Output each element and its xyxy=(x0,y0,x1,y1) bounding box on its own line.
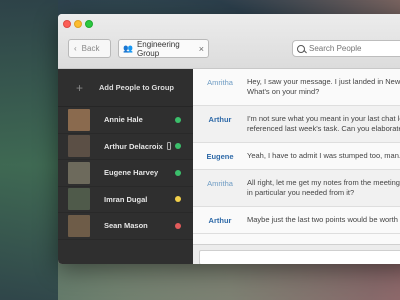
add-people-button[interactable]: + Add People to Group xyxy=(58,69,193,107)
message-line: referenced last week's task. Can you ela… xyxy=(247,124,400,133)
tab-close-icon[interactable]: × xyxy=(199,44,204,54)
status-away-icon xyxy=(175,196,181,203)
message-row: Arthur Maybe just the last two points wo… xyxy=(193,207,400,234)
message-text: Yeah, I have to admit I was stumped too,… xyxy=(247,151,400,161)
background-blur xyxy=(0,0,58,300)
status-online-icon xyxy=(175,116,181,123)
status-busy-icon xyxy=(175,222,181,229)
back-label: Back xyxy=(81,44,100,53)
message-text: I'm not sure what you meant in your last… xyxy=(247,114,400,134)
compose-bar xyxy=(193,244,400,264)
person-name: Eugene Harvey xyxy=(104,168,159,178)
avatar xyxy=(68,188,90,211)
person-name: Sean Mason xyxy=(104,221,148,231)
avatar xyxy=(68,108,90,131)
message-line: Maybe just the last two points would be … xyxy=(247,215,400,224)
back-button[interactable]: ‹ Back xyxy=(68,39,111,58)
message-line: Hey, I saw your message. I just landed i… xyxy=(247,77,400,86)
message-author[interactable]: Amritha xyxy=(193,178,247,198)
message-row: Amritha All right, let me get my notes f… xyxy=(193,170,400,207)
person-name: Arthur Delacroix xyxy=(104,141,163,151)
search-input[interactable] xyxy=(309,44,400,53)
person-name: Annie Hale xyxy=(104,115,143,125)
message-row: Arthur I'm not sure what you meant in yo… xyxy=(193,106,400,143)
window-controls xyxy=(63,20,93,28)
avatar xyxy=(68,214,90,237)
person-item[interactable]: Annie Hale xyxy=(58,107,193,134)
person-item[interactable]: Arthur Delacroix xyxy=(58,134,193,160)
add-people-label: Add People to Group xyxy=(99,83,175,92)
message-line: What's on your mind? xyxy=(247,87,320,96)
person-item[interactable]: Eugene Harvey xyxy=(58,160,193,187)
avatar xyxy=(68,135,90,158)
close-window-button[interactable] xyxy=(63,20,71,28)
minimize-window-button[interactable] xyxy=(74,20,82,28)
message-line: All right, let me get my notes from the … xyxy=(247,178,400,187)
message-author[interactable]: Arthur xyxy=(193,114,247,134)
tab-label: Engineering Group xyxy=(136,39,180,58)
search-box[interactable] xyxy=(292,40,400,57)
background-blur-bottom xyxy=(58,260,400,300)
status-online-icon xyxy=(175,143,181,150)
message-text: All right, let me get my notes from the … xyxy=(247,178,400,198)
person-item[interactable]: Sean Mason xyxy=(58,213,193,240)
message-line: I'm not sure what you meant in your last… xyxy=(247,114,400,123)
message-line: in particular you needed from it? xyxy=(247,188,355,197)
message-text: Hey, I saw your message. I just landed i… xyxy=(247,77,400,97)
message-author[interactable]: Arthur xyxy=(193,215,247,225)
search-icon xyxy=(297,44,305,53)
app-window: ‹ Back 👥 Engineering Group × + Add Peopl… xyxy=(58,14,400,264)
message-row: Amritha Hey, I saw your message. I just … xyxy=(193,69,400,106)
message-author[interactable]: Eugene xyxy=(193,151,247,161)
person-name: Imran Dugal xyxy=(104,194,148,204)
tab-engineering-group[interactable]: 👥 Engineering Group × xyxy=(118,39,209,58)
person-item[interactable]: Imran Dugal xyxy=(58,187,193,213)
message-text: Maybe just the last two points would be … xyxy=(247,215,400,225)
people-sidebar: + Add People to Group Annie Hale Arthur … xyxy=(58,69,193,264)
message-input[interactable] xyxy=(199,250,400,264)
message-author[interactable]: Amritha xyxy=(193,77,247,97)
status-online-icon xyxy=(175,169,181,176)
plus-icon: + xyxy=(76,80,84,95)
titlebar: ‹ Back 👥 Engineering Group × xyxy=(58,14,400,69)
chat-thread: Amritha Hey, I saw your message. I just … xyxy=(193,69,400,264)
group-icon: 👥 xyxy=(123,44,133,53)
chevron-left-icon: ‹ xyxy=(74,44,77,53)
message-line: Yeah, I have to admit I was stumped too,… xyxy=(247,151,400,160)
maximize-window-button[interactable] xyxy=(85,20,93,28)
avatar xyxy=(68,161,90,184)
message-row: Eugene Yeah, I have to admit I was stump… xyxy=(193,143,400,170)
mobile-phone-icon xyxy=(167,142,171,151)
